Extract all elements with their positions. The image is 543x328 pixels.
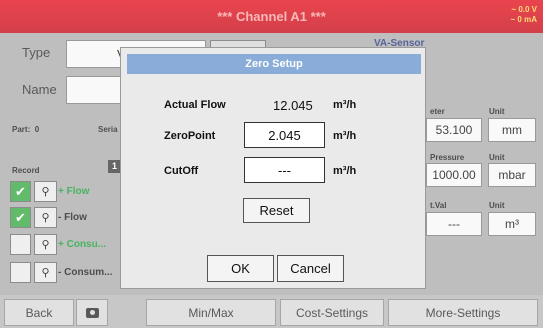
actual-flow-label: Actual Flow [164, 99, 226, 111]
zeropoint-input[interactable]: 2.045 [244, 122, 325, 148]
zeropoint-unit: m³/h [333, 130, 357, 142]
zero-setup-dialog: Zero Setup Actual Flow 12.045 m³/h ZeroP… [120, 47, 426, 289]
actual-flow-unit: m³/h [333, 99, 357, 111]
actual-flow-value: 12.045 [273, 98, 313, 113]
dialog-title: Zero Setup [127, 54, 421, 74]
cutoff-input[interactable]: --- [244, 157, 325, 183]
reset-button[interactable]: Reset [243, 198, 310, 223]
cutoff-label: CutOff [164, 165, 199, 177]
zeropoint-label: ZeroPoint [164, 130, 216, 142]
cancel-button[interactable]: Cancel [277, 255, 344, 282]
cutoff-unit: m³/h [333, 165, 357, 177]
ok-button[interactable]: OK [207, 255, 274, 282]
